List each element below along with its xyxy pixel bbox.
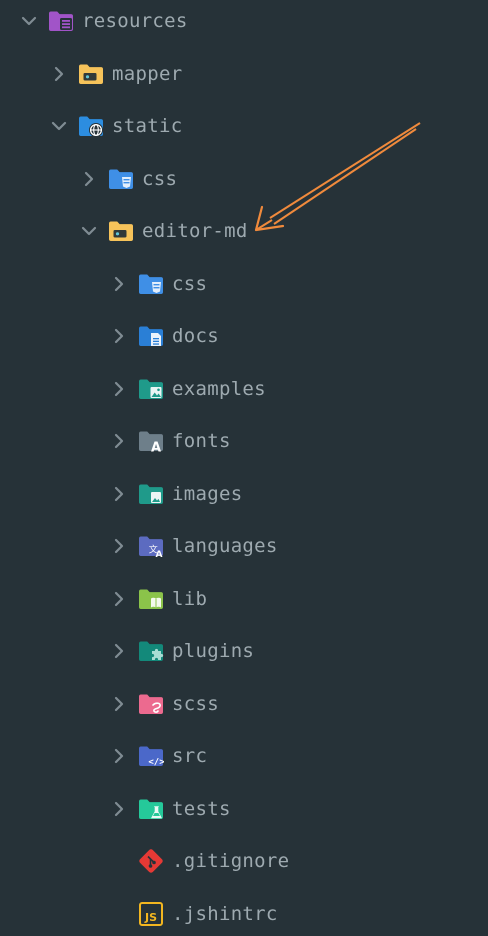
item-label: examples bbox=[172, 377, 266, 400]
item-label: editor-md bbox=[142, 220, 248, 242]
chevron-down-icon[interactable] bbox=[49, 116, 69, 136]
chevron-right-icon[interactable] bbox=[109, 326, 129, 346]
folder-fonts-icon: A bbox=[138, 428, 164, 454]
folder-item-images[interactable]: images bbox=[0, 468, 488, 520]
folder-images-icon bbox=[138, 481, 164, 507]
folder-plugins-icon bbox=[138, 638, 164, 664]
item-label: css bbox=[142, 167, 178, 190]
item-label: static bbox=[112, 115, 183, 137]
chevron-down-icon[interactable] bbox=[79, 221, 99, 241]
file-item-dot-gitignore[interactable]: .gitignore bbox=[0, 835, 488, 887]
chevron-right-icon[interactable] bbox=[109, 379, 129, 399]
folder-item-css[interactable]: css bbox=[0, 153, 488, 205]
item-label: resources bbox=[82, 10, 188, 32]
chevron-right-icon[interactable] bbox=[109, 536, 129, 556]
item-label: .jshintrc bbox=[172, 902, 278, 925]
item-label: languages bbox=[172, 535, 278, 557]
folder-item-css[interactable]: css bbox=[0, 258, 488, 310]
folder-test-icon bbox=[138, 796, 164, 822]
file-explorer-tree: resources mapper static css editor-md cs bbox=[0, 0, 488, 936]
folder-item-resources[interactable]: resources bbox=[0, 0, 488, 47]
item-label: .gitignore bbox=[172, 850, 290, 872]
git-icon bbox=[138, 848, 164, 874]
chevron-right-icon[interactable] bbox=[109, 274, 129, 294]
folder-item-lib[interactable]: lib bbox=[0, 573, 488, 625]
folder-item-docs[interactable]: docs bbox=[0, 310, 488, 362]
item-label: images bbox=[172, 482, 243, 505]
item-label: plugins bbox=[172, 640, 255, 662]
folder-src-icon: </> bbox=[138, 743, 164, 769]
folder-icon bbox=[78, 61, 104, 87]
chevron-right-icon[interactable] bbox=[109, 589, 129, 609]
item-label: css bbox=[172, 272, 208, 295]
item-label: mapper bbox=[112, 62, 183, 85]
chevron-right-icon[interactable] bbox=[109, 484, 129, 504]
folder-i18n-icon: 文 A bbox=[138, 533, 164, 559]
folder-sass-icon bbox=[138, 691, 164, 717]
item-label: src bbox=[172, 745, 208, 767]
chevron-right-icon[interactable] bbox=[109, 694, 129, 714]
folder-item-plugins[interactable]: plugins bbox=[0, 625, 488, 677]
folder-item-src[interactable]: </> src bbox=[0, 730, 488, 782]
svg-text:JS: JS bbox=[144, 911, 157, 924]
folder-resources-icon bbox=[48, 8, 74, 34]
folder-item-tests[interactable]: tests bbox=[0, 783, 488, 835]
folder-item-fonts[interactable]: Afonts bbox=[0, 415, 488, 467]
item-label: tests bbox=[172, 797, 231, 820]
folder-examples-icon bbox=[138, 376, 164, 402]
item-label: fonts bbox=[172, 430, 231, 452]
file-item-dot-jshintrc[interactable]: JS .jshintrc bbox=[0, 888, 488, 936]
folder-item-static[interactable]: static bbox=[0, 100, 488, 152]
chevron-right-icon[interactable] bbox=[109, 799, 129, 819]
folder-css-icon bbox=[138, 271, 164, 297]
chevron-right-icon[interactable] bbox=[109, 431, 129, 451]
chevron-down-icon[interactable] bbox=[19, 11, 39, 31]
javascript-icon: JS bbox=[138, 901, 164, 927]
item-label: scss bbox=[172, 692, 219, 715]
item-label: lib bbox=[172, 587, 208, 610]
folder-item-scss[interactable]: scss bbox=[0, 678, 488, 730]
folder-item-languages[interactable]: 文 A languages bbox=[0, 520, 488, 572]
folder-docs-icon bbox=[138, 323, 164, 349]
folder-item-editor-md[interactable]: editor-md bbox=[0, 205, 488, 257]
folder-item-examples[interactable]: examples bbox=[0, 363, 488, 415]
folder-icon bbox=[108, 218, 134, 244]
svg-text:</>: </> bbox=[148, 758, 164, 768]
chevron-right-icon[interactable] bbox=[79, 169, 99, 189]
folder-item-mapper[interactable]: mapper bbox=[0, 48, 488, 100]
item-label: docs bbox=[172, 325, 219, 347]
svg-text:A: A bbox=[151, 441, 161, 455]
folder-css-icon bbox=[108, 166, 134, 192]
chevron-right-icon[interactable] bbox=[49, 64, 69, 84]
svg-text:A: A bbox=[156, 550, 163, 559]
folder-lib-icon bbox=[138, 586, 164, 612]
folder-public-icon bbox=[78, 113, 104, 139]
chevron-right-icon[interactable] bbox=[109, 641, 129, 661]
chevron-right-icon[interactable] bbox=[109, 746, 129, 766]
